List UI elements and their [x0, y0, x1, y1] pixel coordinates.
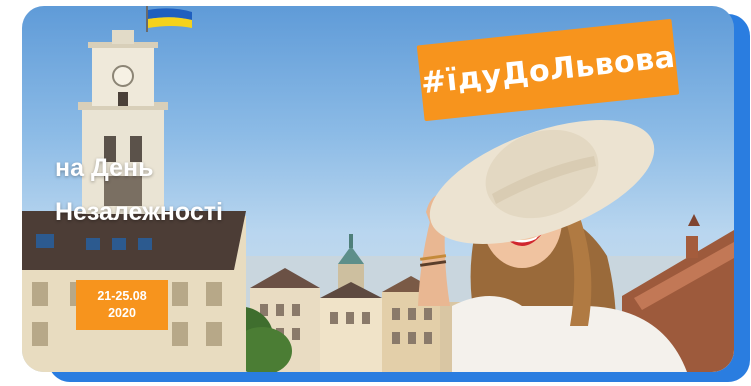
- headline-line-2: Незалежності: [55, 198, 223, 226]
- ukraine-flag: [146, 6, 192, 32]
- date-badge: 21-25.08 2020: [76, 280, 168, 330]
- headline: на День Незалежності: [55, 146, 223, 234]
- hashtag-text: #їдуДоЛьвова: [419, 39, 677, 101]
- headline-line-1: на День: [55, 154, 154, 182]
- date-year: 2020: [108, 306, 136, 320]
- woman-in-hat: [418, 120, 687, 372]
- promo-banner[interactable]: на День Незалежності #їдуДоЛьвова 21-25.…: [22, 6, 734, 372]
- date-range: 21-25.08: [97, 289, 147, 303]
